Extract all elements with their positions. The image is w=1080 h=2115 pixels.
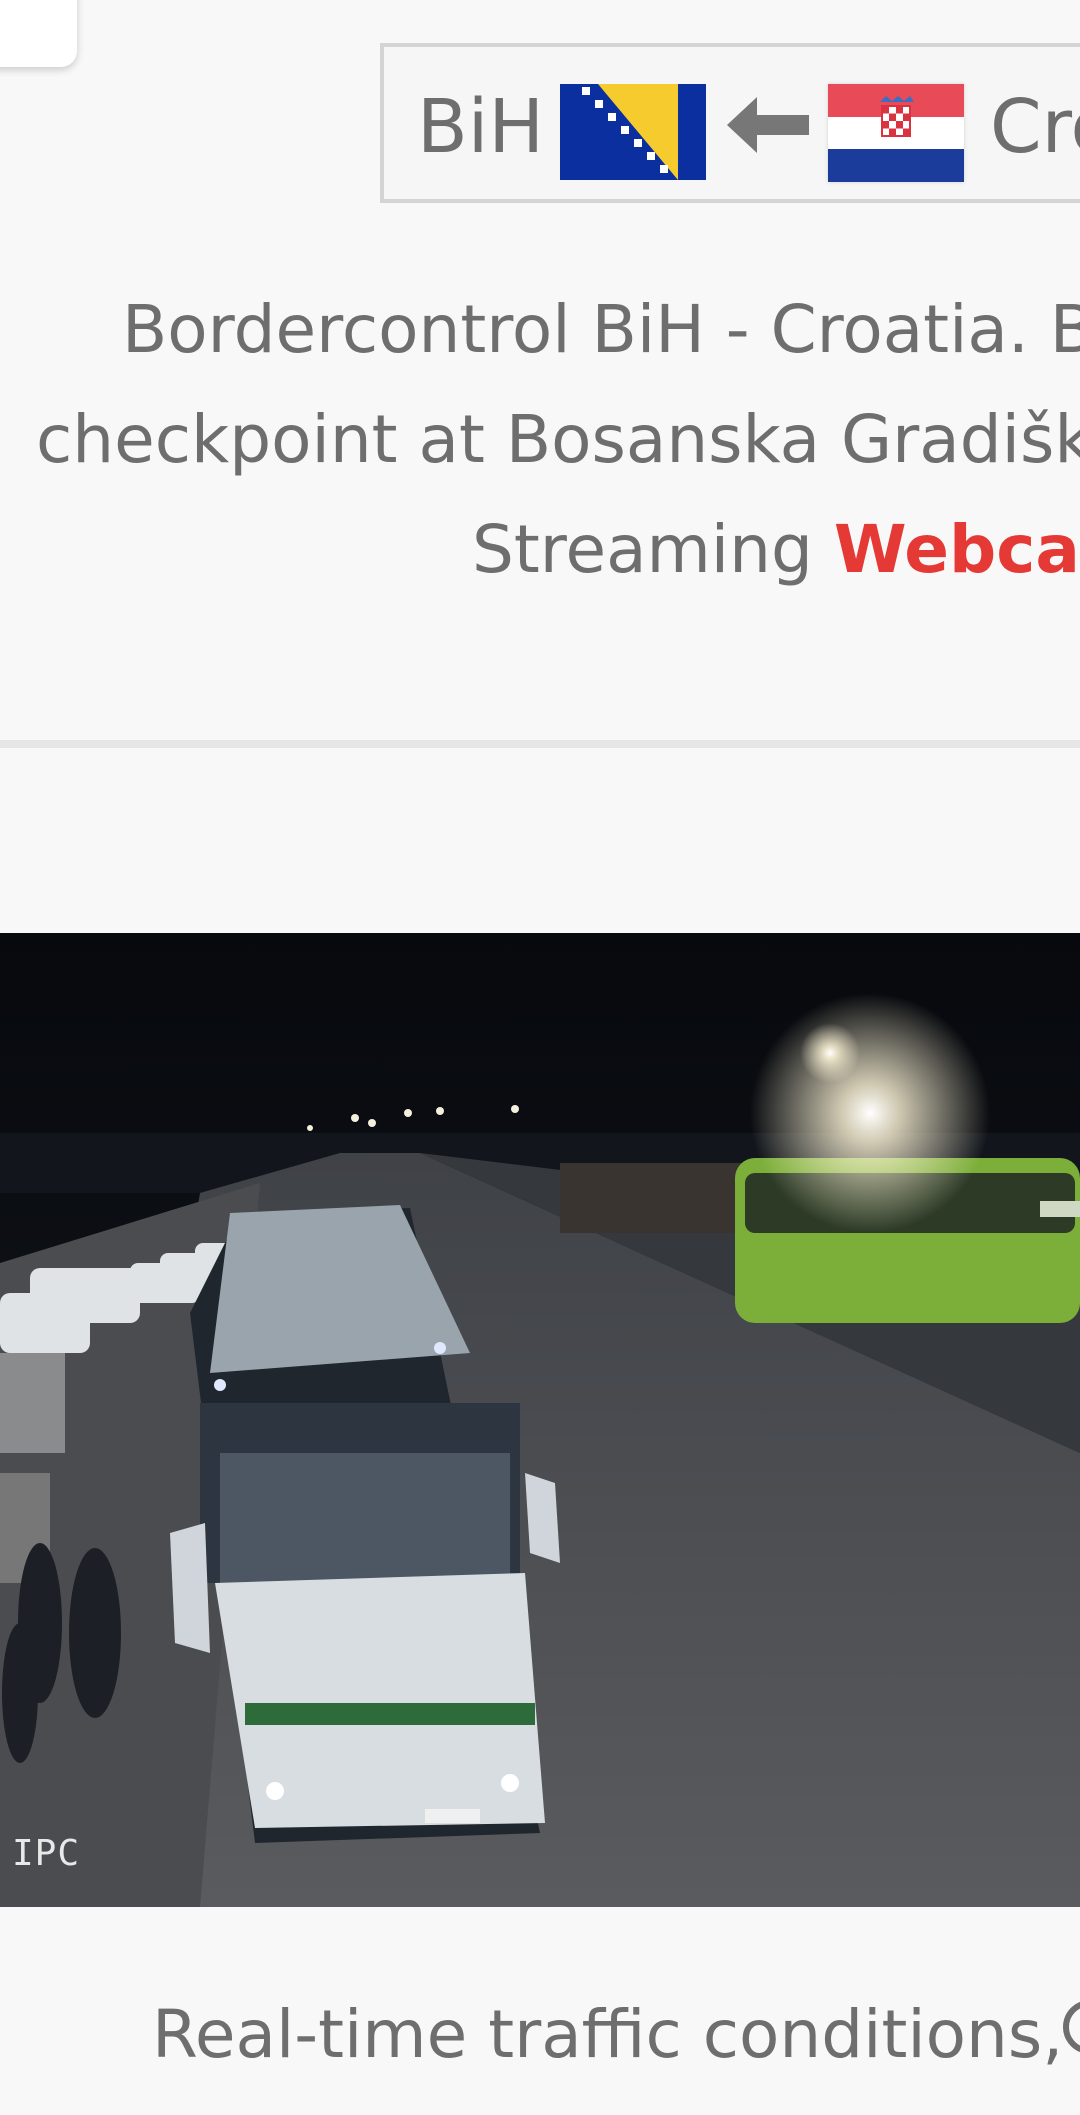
webcam-stream-image[interactable]: IPC <box>0 933 1080 1907</box>
arrow-left-icon <box>727 95 809 155</box>
direction-from-label: BiH <box>417 84 544 170</box>
clock-icon <box>1060 1995 1080 2055</box>
camera-overlay-label: IPC <box>12 1833 81 1874</box>
croatia-flag-icon <box>828 84 964 182</box>
description-line-3: Streaming Webcam <box>472 510 1080 590</box>
webcam-link[interactable]: Webcam <box>834 511 1080 588</box>
bosnia-herzegovina-flag-icon <box>560 84 706 180</box>
page: BiH Cr Bordercontrol BiH - Croatia. Bo c… <box>0 0 1080 2115</box>
description-line-1: Bordercontrol BiH - Croatia. Bo <box>122 291 1080 368</box>
description-streaming-text: Streaming <box>472 511 834 588</box>
direction-badge: BiH Cr <box>380 43 1080 203</box>
menu-card[interactable] <box>0 0 77 67</box>
description-line-2: checkpoint at Bosanska Gradišk <box>36 401 1080 478</box>
traffic-conditions-text: Real-time traffic conditions, <box>152 1996 1064 2073</box>
section-divider <box>0 740 1080 748</box>
direction-to-label: Cro <box>990 84 1080 170</box>
